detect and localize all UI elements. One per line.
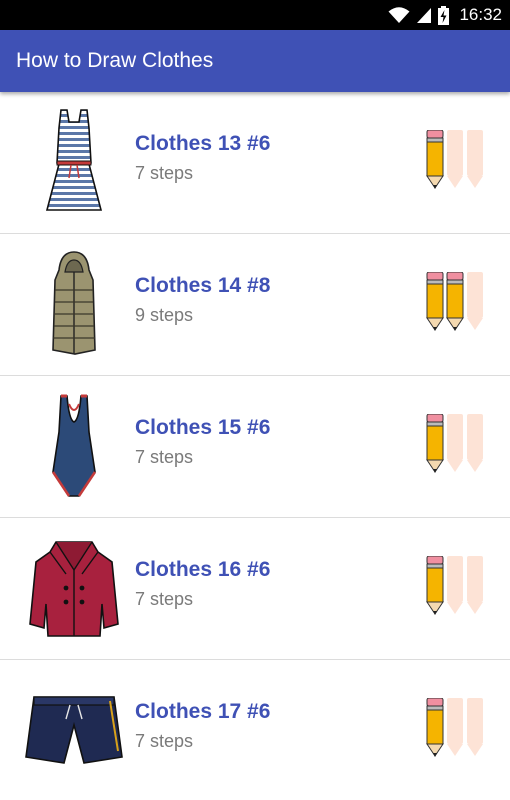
lesson-list: Clothes 13 #6 7 steps Clothes 14 #8 9 st…: [0, 92, 510, 800]
difficulty-rating: [426, 556, 484, 616]
item-steps: 9 steps: [135, 305, 194, 325]
pencil-inactive-icon: [467, 414, 483, 472]
item-steps: 7 steps: [135, 447, 194, 467]
striped-dress-icon: [18, 102, 130, 224]
pencil-active-icon: [426, 130, 444, 189]
item-title: Clothes 17 #6: [135, 700, 271, 723]
pencil-inactive-icon: [447, 698, 463, 756]
item-steps: 7 steps: [135, 731, 194, 751]
page-title: How to Draw Clothes: [16, 49, 214, 72]
pencil-inactive-icon: [467, 272, 483, 330]
cell-signal-icon: [417, 8, 432, 23]
pencil-active-icon: [426, 556, 444, 615]
puffer-vest-icon: [18, 244, 130, 366]
item-title: Clothes 14 #8: [135, 274, 271, 297]
list-item[interactable]: Clothes 14 #8 9 steps: [0, 234, 510, 376]
difficulty-rating: [426, 272, 484, 332]
difficulty-rating: [426, 414, 484, 474]
pencil-active-icon: [426, 414, 444, 473]
list-item[interactable]: Clothes 13 #6 7 steps: [0, 92, 510, 234]
difficulty-rating: [426, 130, 484, 190]
pencil-inactive-icon: [467, 698, 483, 756]
swimsuit-icon: [18, 386, 130, 508]
list-item[interactable]: Clothes 17 #6 7 steps: [0, 660, 510, 800]
pencil-inactive-icon: [447, 130, 463, 188]
pencil-inactive-icon: [447, 556, 463, 614]
pencil-active-icon: [426, 698, 444, 757]
app-bar: How to Draw Clothes: [0, 30, 510, 92]
pencil-active-icon: [446, 272, 464, 331]
battery-charging-icon: [438, 5, 450, 25]
wifi-icon: [388, 7, 410, 23]
list-item[interactable]: Clothes 16 #6 7 steps: [0, 518, 510, 660]
shorts-icon: [18, 670, 130, 792]
pencil-inactive-icon: [467, 556, 483, 614]
pencil-inactive-icon: [467, 130, 483, 188]
pencil-inactive-icon: [447, 414, 463, 472]
pea-coat-icon: [18, 528, 130, 650]
item-title: Clothes 16 #6: [135, 558, 271, 581]
status-bar: 16:32: [0, 0, 510, 30]
difficulty-rating: [426, 698, 484, 758]
clock: 16:32: [459, 5, 502, 24]
item-steps: 7 steps: [135, 163, 194, 183]
item-title: Clothes 15 #6: [135, 416, 271, 439]
pencil-active-icon: [426, 272, 444, 331]
list-item[interactable]: Clothes 15 #6 7 steps: [0, 376, 510, 518]
item-steps: 7 steps: [135, 589, 194, 609]
item-title: Clothes 13 #6: [135, 132, 271, 155]
